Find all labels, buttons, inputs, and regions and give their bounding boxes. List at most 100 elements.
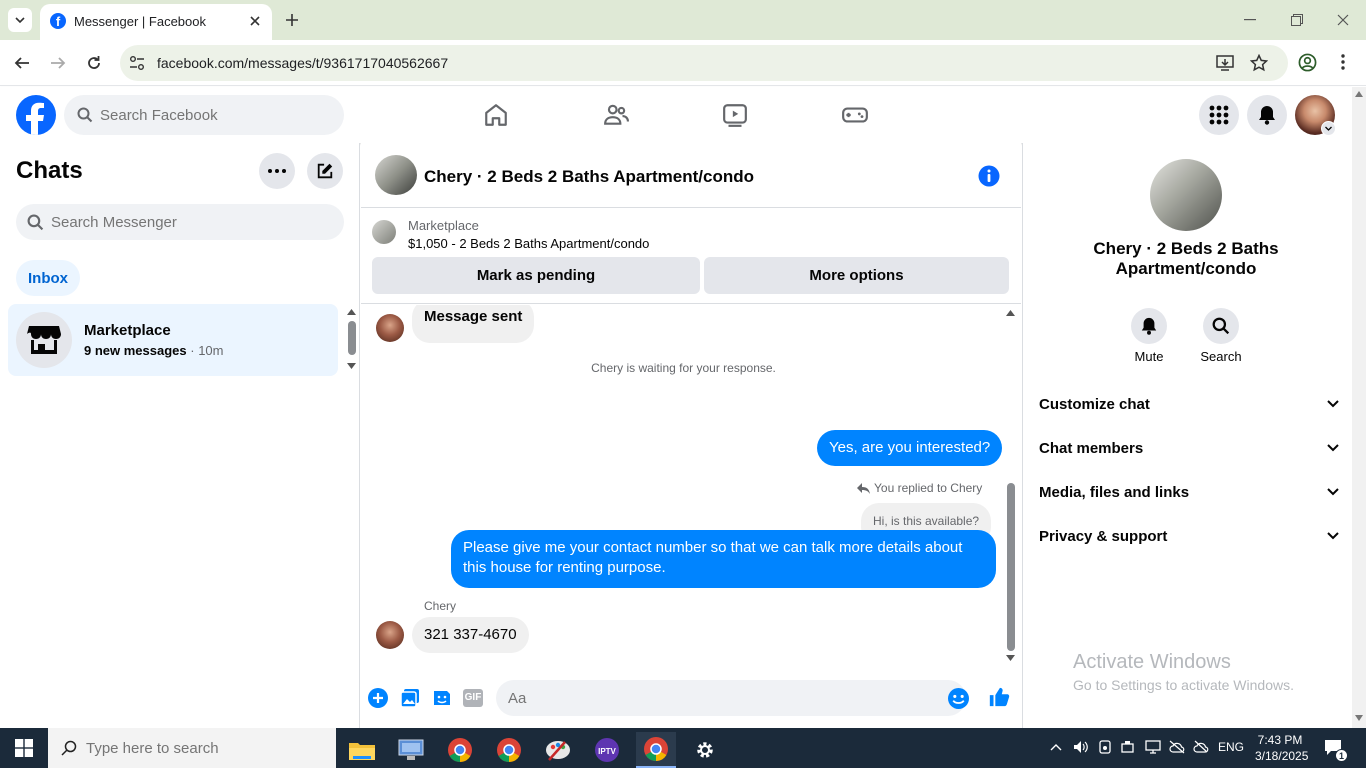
message-bubble[interactable]: Yes, are you interested? [817,430,1003,466]
site-info-icon[interactable] [129,55,145,71]
scroll-down-icon[interactable] [1006,655,1015,661]
forward-icon[interactable] [50,55,66,71]
listing-title[interactable]: $1,050 - 2 Beds 2 Baths Apartment/condo [408,236,649,251]
tab-close-icon[interactable] [250,16,260,26]
chat-list-scroll-thumb[interactable] [348,321,356,355]
home-icon[interactable] [483,102,509,128]
volume-icon[interactable] [1073,740,1089,754]
install-app-icon[interactable] [1216,54,1234,72]
scroll-down-icon[interactable] [1355,715,1363,721]
search-label: Search [1200,349,1242,364]
restore-icon[interactable] [1291,14,1303,26]
language-indicator[interactable]: ENG [1218,740,1244,754]
more-options-button[interactable]: More options [704,257,1009,294]
message-composer[interactable] [496,680,969,716]
gaming-icon[interactable] [841,102,869,128]
details-avatar[interactable] [1150,159,1222,231]
message-bubble[interactable]: 321 337-4670 [412,617,529,653]
cloud-sync-icon[interactable] [1193,740,1209,754]
message-bubble[interactable]: Message sent [412,305,535,343]
taskbar-search[interactable] [48,728,336,768]
tab-search-button[interactable] [8,8,32,32]
inbox-tab[interactable]: Inbox [16,260,80,296]
plus-icon[interactable] [368,688,388,708]
scroll-up-icon[interactable] [1006,310,1015,316]
menu-button[interactable] [1199,95,1239,135]
close-window-icon[interactable] [1337,14,1349,26]
browser-menu-icon[interactable] [1341,54,1345,70]
message-input[interactable] [508,688,908,708]
gif-icon[interactable]: GIF [463,689,483,707]
chrome-icon[interactable] [440,732,480,768]
reload-icon[interactable] [86,55,102,71]
minimize-icon[interactable] [1244,19,1256,21]
mute-button[interactable] [1131,308,1167,344]
clock-date: 3/18/2025 [1255,749,1309,763]
video-icon[interactable] [722,102,748,128]
profile-icon[interactable] [1298,53,1317,72]
facebook-logo-icon[interactable] [16,95,56,135]
sticker-icon[interactable] [432,688,452,708]
info-icon[interactable] [978,165,1000,187]
facebook-search[interactable] [64,95,344,135]
chat-list-item[interactable]: Marketplace 9 new messages · 10m [8,304,338,376]
privacy-support-row[interactable]: Privacy & support [1039,521,1339,551]
clock[interactable]: 7:43 PM 3/18/2025 [1255,732,1309,764]
back-icon[interactable] [14,55,30,71]
tray-chevron-up-icon[interactable] [1050,743,1062,751]
computer-app-icon[interactable] [391,732,431,768]
messenger-search-input[interactable] [51,211,331,233]
photo-icon[interactable] [400,688,420,708]
battery-icon[interactable] [1121,740,1135,754]
new-tab-icon[interactable] [285,13,299,27]
chrome-profile-icon[interactable] [489,732,529,768]
chat-members-row[interactable]: Chat members [1039,433,1339,463]
message-scroll-thumb[interactable] [1007,483,1015,651]
friends-icon[interactable] [603,102,629,128]
omnibox[interactable]: facebook.com/messages/t/9361717040562667 [120,45,1288,81]
conversation-avatar[interactable] [375,155,417,195]
customize-chat-row[interactable]: Customize chat [1039,389,1339,419]
like-icon[interactable] [988,686,1010,708]
conversation-panel: Chery · 2 Beds 2 Baths Apartment/condo M… [361,143,1021,728]
paint-app-icon[interactable] [538,732,578,768]
search-in-chat-button[interactable] [1203,308,1239,344]
scroll-up-icon[interactable] [347,309,356,315]
new-message-button[interactable] [307,153,343,189]
chat-members-label: Chat members [1039,439,1144,457]
iptv-app-icon[interactable]: IPTV [587,732,627,768]
network-icon[interactable] [1145,740,1161,754]
listing-thumbnail[interactable] [372,220,396,244]
conversation-title[interactable]: Chery · 2 Beds 2 Baths Apartment/condo [424,167,754,187]
file-explorer-icon[interactable] [342,732,382,768]
search-icon [61,740,77,756]
taskbar-search-input[interactable] [86,738,326,758]
search-icon [1212,317,1230,335]
chats-options-button[interactable] [259,153,295,189]
facebook-search-input[interactable] [100,104,330,126]
messenger-search[interactable] [16,204,344,240]
chery-avatar[interactable] [376,621,404,649]
settings-gear-icon[interactable] [685,732,725,768]
cloud-off-icon[interactable] [1169,740,1185,754]
svg-text:IPTV: IPTV [598,747,616,756]
chrome-active-icon[interactable] [636,732,676,768]
start-button[interactable] [4,730,44,766]
chery-avatar[interactable] [376,314,404,342]
scroll-up-icon[interactable] [1355,91,1363,97]
url-text[interactable]: facebook.com/messages/t/9361717040562667 [157,55,448,71]
notifications-button[interactable] [1247,95,1287,135]
scroll-down-icon[interactable] [347,363,356,369]
message-bubble[interactable]: Please give me your contact number so th… [451,530,996,588]
browser-tab[interactable]: f Messenger | Facebook [40,4,272,40]
emoji-icon[interactable] [948,688,969,709]
device-icon[interactable] [1099,740,1111,754]
media-files-links-row[interactable]: Media, files and links [1039,477,1339,507]
sender-name: Chery [424,599,457,613]
page-scrollbar[interactable] [1352,87,1366,728]
mark-as-pending-button[interactable]: Mark as pending [372,257,700,294]
account-chevron[interactable] [1321,121,1336,136]
chevron-down-icon [15,17,25,24]
bookmark-star-icon[interactable] [1250,54,1268,72]
chats-title: Chats [16,157,83,184]
